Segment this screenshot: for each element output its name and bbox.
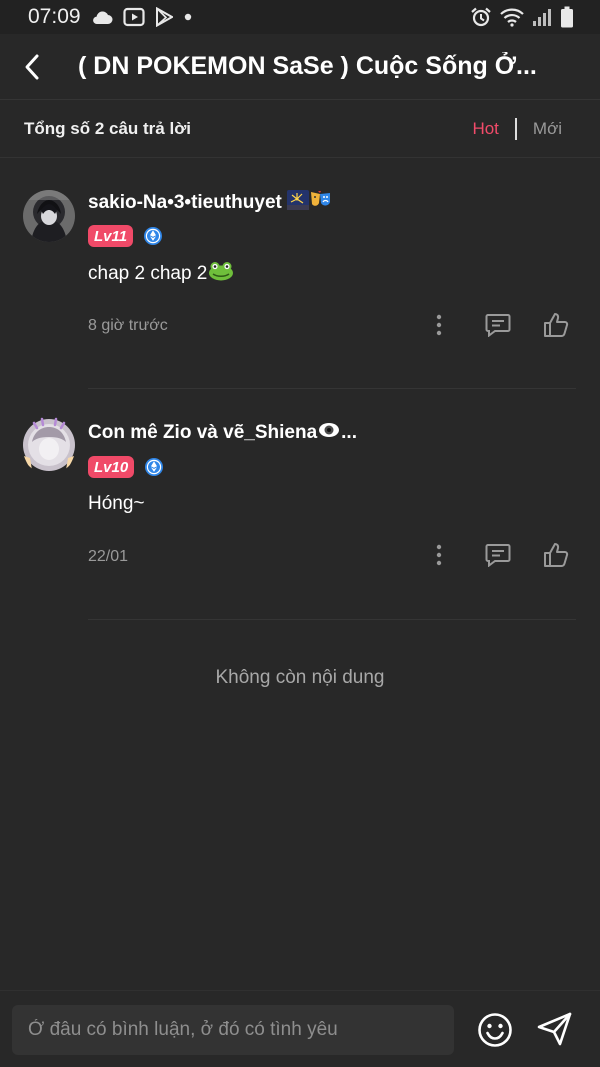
- comment-divider: [88, 619, 576, 620]
- more-options-button[interactable]: [428, 540, 450, 570]
- more-options-button[interactable]: [428, 310, 450, 340]
- avatar[interactable]: [20, 416, 78, 474]
- user-badges: Lv10: [88, 456, 164, 478]
- back-button[interactable]: [0, 34, 64, 100]
- status-time: 07:09: [28, 5, 81, 28]
- comment-item: Con mê Zio và vẽ_Shiena ... Lv10 Hóng~ 2…: [0, 390, 600, 620]
- avatar[interactable]: [23, 190, 75, 242]
- comment-text: chap 2 chap 2: [88, 261, 234, 287]
- username[interactable]: sakio-Na•3•tieuthuyet: [88, 189, 333, 217]
- comment-text: Hóng~: [88, 493, 145, 514]
- like-button[interactable]: [541, 540, 571, 570]
- comment-time: 8 giờ trước: [88, 317, 168, 334]
- verified-icon: [143, 226, 163, 246]
- battery-icon: [560, 6, 574, 28]
- sort-hot-tab[interactable]: Hot: [472, 119, 498, 139]
- comment-bubble-icon: [485, 314, 511, 337]
- play-store-icon: [155, 7, 173, 27]
- comment-item: sakio-Na•3•tieuthuyet Lv11 chap 2 chap 2…: [0, 158, 600, 390]
- comment-input[interactable]: [12, 1005, 454, 1055]
- comment-divider: [88, 388, 576, 389]
- comment-bubble-icon: [485, 544, 511, 567]
- header: ( DN POKEMON SaSe ) Cuộc Sống Ở...: [0, 34, 600, 100]
- cloud-icon: [91, 9, 113, 25]
- dot-icon: [183, 12, 193, 22]
- more-vertical-icon: [436, 544, 442, 566]
- level-badge: Lv11: [88, 225, 134, 247]
- level-badge: Lv10: [88, 456, 135, 478]
- sort-divider: [514, 117, 517, 140]
- media-icon: [122, 7, 145, 27]
- reply-button[interactable]: [483, 310, 513, 340]
- thumbs-up-icon: [544, 543, 569, 567]
- sort-new-tab[interactable]: Mới: [533, 119, 562, 139]
- comment-text-content: chap 2 chap 2: [88, 263, 208, 285]
- like-button[interactable]: [541, 310, 571, 340]
- send-icon: [537, 1012, 572, 1046]
- eye-emoji: [318, 421, 340, 445]
- comment-composer: [0, 990, 600, 1067]
- status-bar: 07:09: [0, 0, 600, 34]
- end-of-list-text: Không còn nội dung: [215, 667, 385, 688]
- smiley-icon: [478, 1013, 512, 1047]
- send-button[interactable]: [536, 1011, 576, 1049]
- frog-emoji: [208, 261, 234, 287]
- summary-bar: Tổng số 2 câu trả lời Hot Mới: [0, 100, 600, 158]
- theater-masks-emoji: [309, 189, 333, 217]
- signal-icon: [532, 7, 552, 27]
- username-ellipsis: ...: [341, 422, 357, 444]
- sort-tabs: Hot Mới: [472, 117, 576, 140]
- chevron-left-icon: [25, 54, 39, 79]
- emoji-button[interactable]: [476, 1011, 514, 1049]
- comment-time: 22/01: [88, 548, 129, 565]
- alarm-icon: [470, 7, 492, 27]
- page-title: ( DN POKEMON SaSe ) Cuộc Sống Ở...: [78, 52, 537, 80]
- verified-icon: [144, 457, 164, 477]
- username-text: sakio-Na•3•tieuthuyet: [88, 192, 282, 214]
- reply-button[interactable]: [483, 540, 513, 570]
- username[interactable]: Con mê Zio và vẽ_Shiena ...: [88, 421, 357, 445]
- reply-count: Tổng số 2 câu trả lời: [24, 118, 192, 138]
- user-badges: Lv11: [88, 225, 163, 247]
- fireworks-emoji: [287, 190, 310, 216]
- more-vertical-icon: [436, 314, 442, 336]
- thumbs-up-icon: [544, 313, 569, 337]
- username-text: Con mê Zio và vẽ_Shiena: [88, 422, 318, 444]
- wifi-icon: [500, 7, 524, 27]
